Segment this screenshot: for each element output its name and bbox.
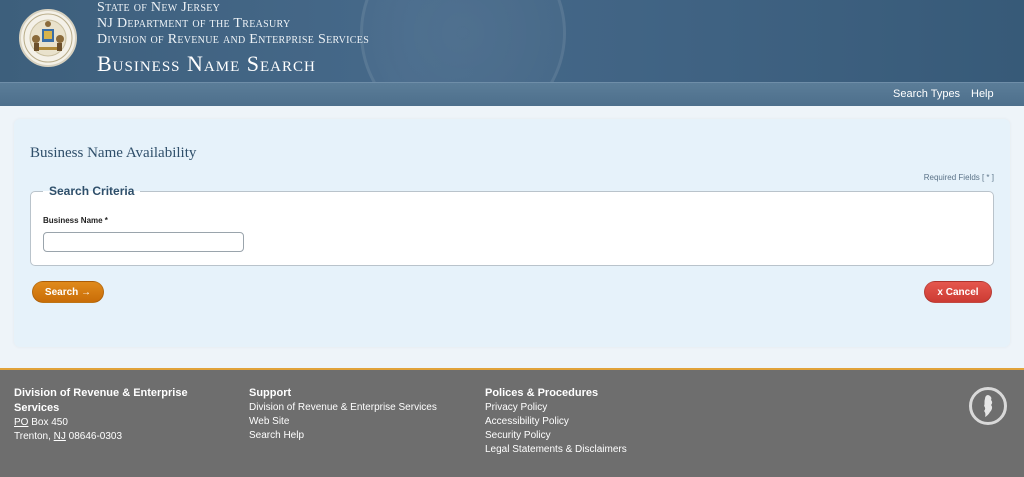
footer-policies-heading: Polices & Procedures xyxy=(485,387,599,399)
search-button[interactable]: Search → xyxy=(32,281,104,303)
app-title: Business Name Search xyxy=(97,51,316,76)
footer-support-heading: Support xyxy=(249,387,292,399)
footer-link-accessibility[interactable]: Accessibility Policy xyxy=(485,415,627,429)
footer-city-line: Trenton, NJ 08646-0303 xyxy=(14,430,188,444)
footer-division-heading-line1: Division of Revenue & Enterprise xyxy=(14,387,188,399)
po-abbr: PO xyxy=(14,417,29,428)
required-fields-note: Required Fields [ * ] xyxy=(923,173,994,182)
background-seal-watermark xyxy=(360,0,566,82)
po-rest: Box 450 xyxy=(28,417,68,428)
department-line: NJ Department of the Treasury xyxy=(97,16,291,31)
site-footer: Division of Revenue & Enterprise Service… xyxy=(0,368,1024,477)
site-header: State of New Jersey NJ Department of the… xyxy=(0,0,1024,82)
footer-link-security[interactable]: Security Policy xyxy=(485,429,627,443)
main-panel: Business Name Availability Required Fiel… xyxy=(14,119,1010,347)
footer-link-privacy[interactable]: Privacy Policy xyxy=(485,401,627,415)
state-abbr: NJ xyxy=(53,431,66,442)
search-criteria-fieldset: Search Criteria Business Name * xyxy=(30,184,994,266)
header-titles: State of New Jersey NJ Department of the… xyxy=(97,0,369,78)
business-name-label: Business Name * xyxy=(43,216,108,225)
footer-division-heading-line2: Services xyxy=(14,402,60,414)
footer-link-web-site[interactable]: Web Site xyxy=(249,415,437,429)
footer-policies-column: Polices & Procedures Privacy Policy Acce… xyxy=(485,386,627,457)
nav-search-types[interactable]: Search Types xyxy=(893,88,960,100)
footer-support-column: Support Division of Revenue & Enterprise… xyxy=(249,386,437,443)
division-line: Division of Revenue and Enterprise Servi… xyxy=(97,32,370,47)
city: Trenton, xyxy=(14,431,54,442)
footer-po-box: PO Box 450 xyxy=(14,416,188,430)
nj-state-seal-icon xyxy=(19,9,77,67)
footer-link-legal[interactable]: Legal Statements & Disclaimers xyxy=(485,443,627,457)
cancel-button[interactable]: x Cancel xyxy=(924,281,992,303)
top-nav: Search Types Help xyxy=(0,82,1024,106)
search-criteria-legend: Search Criteria xyxy=(49,184,135,198)
state-line: State of New Jersey xyxy=(97,0,221,15)
nav-help[interactable]: Help xyxy=(971,88,994,100)
business-name-input[interactable] xyxy=(43,232,244,252)
page-title: Business Name Availability xyxy=(30,145,197,161)
nj-state-outline-icon[interactable] xyxy=(969,387,1007,425)
zip: 08646-0303 xyxy=(65,431,123,442)
footer-address-column: Division of Revenue & Enterprise Service… xyxy=(14,386,188,444)
footer-link-search-help[interactable]: Search Help xyxy=(249,429,437,443)
footer-link-division-site[interactable]: Division of Revenue & Enterprise Service… xyxy=(249,401,437,415)
